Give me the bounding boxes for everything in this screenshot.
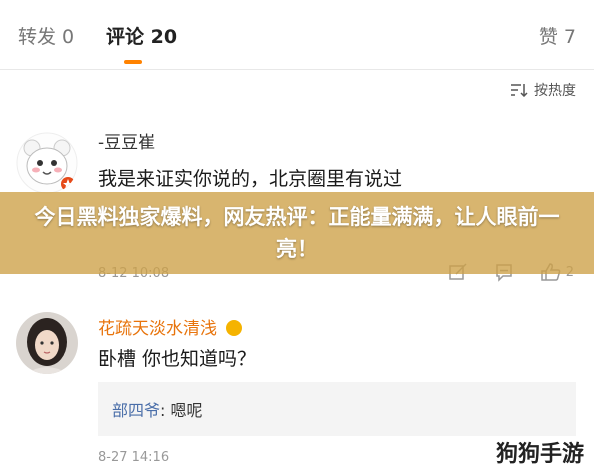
comment-nickname[interactable]: -豆豆崔	[98, 128, 155, 153]
comment-nickname[interactable]: 花疏天淡水清浅	[98, 314, 243, 339]
headline-banner: 今日黑料独家爆料，网友热评：正能量满满，让人眼前一亮！	[0, 192, 594, 274]
reply-text: : 嗯呢	[160, 401, 203, 420]
comment-time: 8-27 14:16	[98, 450, 170, 465]
emoji-badge-icon	[226, 320, 243, 336]
active-tab-indicator	[124, 60, 142, 64]
tab-repost[interactable]: 转发 0	[18, 22, 74, 49]
tab-comment[interactable]: 评论 20	[106, 22, 177, 49]
cartoon-bear-avatar[interactable]	[16, 132, 78, 194]
comment-content: 卧槽 你也知道吗？	[98, 348, 257, 370]
tab-bar: 转发 0 评论 20 赞 7	[0, 0, 594, 70]
sort-by-hot-button[interactable]: 按热度	[510, 80, 576, 100]
watermark: 狗狗手游	[495, 442, 584, 467]
reply-preview[interactable]: 部四爷: 嗯呢	[98, 382, 576, 436]
sort-label: 按热度	[534, 83, 576, 99]
banner-text: 今日黑料独家爆料，网友热评：正能量满满，让人眼前一亮！	[34, 205, 560, 261]
tab-like[interactable]: 赞 7	[539, 22, 576, 49]
girl-photo-avatar[interactable]	[16, 312, 78, 374]
sort-icon	[511, 84, 528, 97]
reply-author[interactable]: 部四爷	[112, 401, 160, 420]
nickname-text: 花疏天淡水清浅	[98, 319, 217, 339]
comment-content: 我是来证实你说的，北京圈里有说过	[98, 168, 403, 190]
